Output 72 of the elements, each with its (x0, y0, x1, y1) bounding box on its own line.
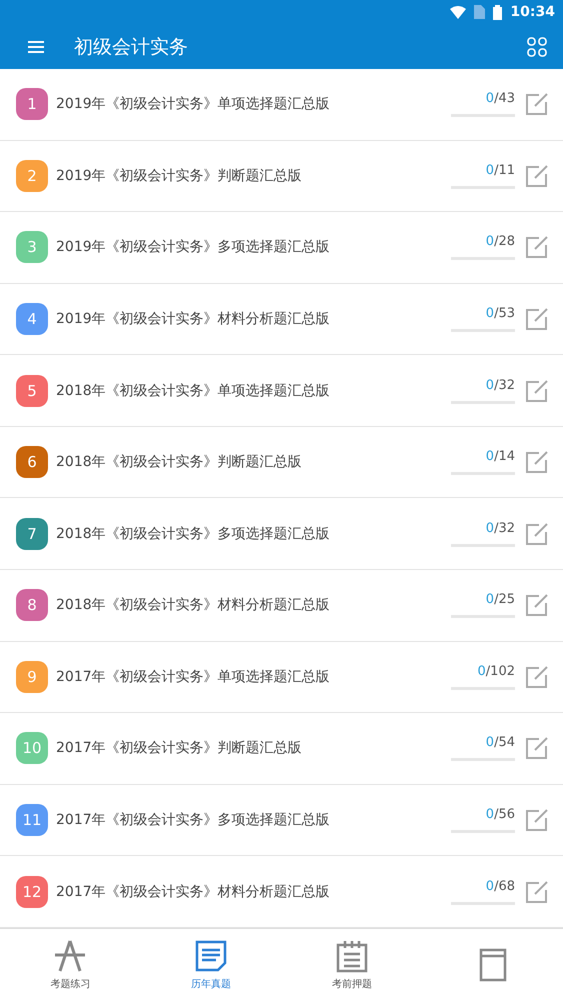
number-badge: 4 (16, 303, 48, 336)
no-sim-icon (474, 5, 486, 19)
exam-title: 2017年《初级会计实务》材料分析题汇总版 (56, 882, 331, 901)
exam-title: 2018年《初级会计实务》材料分析题汇总版 (56, 596, 331, 614)
exam-title: 2018年《初级会计实务》单项选择题汇总版 (56, 382, 331, 400)
edit-icon[interactable] (525, 92, 549, 116)
exam-title: 2018年《初级会计实务》多项选择题汇总版 (56, 524, 331, 543)
number-badge: 9 (16, 660, 48, 693)
exam-title: 2019年《初级会计实务》判断题汇总版 (56, 166, 303, 185)
edit-icon[interactable] (525, 808, 549, 832)
progress-count: 0/53 (486, 306, 515, 322)
wifi-icon (450, 6, 466, 18)
edit-icon[interactable] (525, 593, 549, 618)
number-badge: 11 (16, 804, 48, 836)
exam-title: 2017年《初级会计实务》单项选择题汇总版 (56, 668, 331, 686)
document-icon (194, 938, 228, 972)
edit-icon[interactable] (525, 522, 549, 546)
edit-icon[interactable] (525, 664, 549, 689)
status-time: 10:34 (510, 4, 555, 20)
exam-title: 2019年《初级会计实务》多项选择题汇总版 (56, 238, 331, 256)
edit-icon[interactable] (525, 378, 549, 403)
edit-icon[interactable] (525, 307, 549, 332)
number-badge: 5 (16, 374, 48, 407)
exam-list-item[interactable]: 6 2018年《初级会计实务》判断题汇总版 0/14 (0, 426, 563, 498)
calendar-list-icon (334, 938, 369, 972)
progress-count: 0/32 (486, 520, 515, 536)
exam-list-item[interactable]: 9 2017年《初级会计实务》单项选择题汇总版 0/102 (0, 642, 563, 714)
edit-icon[interactable] (525, 164, 549, 188)
exam-list-item[interactable]: 3 2019年《初级会计实务》多项选择题汇总版 0/28 (0, 212, 563, 284)
exam-title: 2017年《初级会计实务》多项选择题汇总版 (56, 811, 331, 830)
progress-count: 0/68 (486, 878, 515, 894)
edit-icon[interactable] (525, 450, 549, 474)
grid-icon[interactable] (527, 36, 547, 56)
progress-count: 0/102 (478, 664, 515, 679)
number-badge: 12 (16, 876, 48, 908)
number-badge: 7 (16, 518, 48, 550)
progress-count: 0/28 (486, 234, 515, 250)
exam-list-item[interactable]: 1 2019年《初级会计实务》单项选择题汇总版 0/43 (0, 69, 563, 141)
nav-tab[interactable]: 考前押题 (282, 929, 422, 1000)
progress-count: 0/11 (486, 162, 515, 178)
progress-count: 0/43 (486, 91, 515, 106)
progress-count: 0/54 (486, 735, 515, 750)
exam-list-item[interactable]: 12 2017年《初级会计实务》材料分析题汇总版 0/68 (0, 856, 563, 928)
number-badge: 3 (16, 231, 48, 264)
progress-count: 0/32 (486, 378, 515, 393)
number-badge: 10 (16, 732, 48, 764)
menu-icon[interactable] (28, 40, 44, 52)
number-badge: 6 (16, 446, 48, 478)
progress-count: 0/56 (486, 807, 515, 822)
exam-title: 2019年《初级会计实务》单项选择题汇总版 (56, 95, 331, 114)
exam-list-item[interactable]: 4 2019年《初级会计实务》材料分析题汇总版 0/53 (0, 284, 563, 356)
exam-list-item[interactable]: 10 2017年《初级会计实务》判断题汇总版 0/54 (0, 713, 563, 785)
exam-list-item[interactable]: 7 2018年《初级会计实务》多项选择题汇总版 0/32 (0, 498, 563, 570)
nav-tab[interactable]: 历年真题 (140, 929, 282, 1000)
edit-icon[interactable] (525, 736, 549, 760)
exam-title: 2017年《初级会计实务》判断题汇总版 (56, 739, 303, 758)
exam-list-item[interactable]: 5 2018年《初级会计实务》单项选择题汇总版 0/32 (0, 355, 563, 427)
exam-title: 2019年《初级会计实务》材料分析题汇总版 (56, 310, 331, 328)
exam-list-item[interactable]: 8 2018年《初级会计实务》材料分析题汇总版 0/25 (0, 570, 563, 642)
progress-count: 0/14 (486, 449, 515, 464)
battery-icon (493, 4, 502, 20)
progress-count: 0/25 (486, 592, 515, 608)
app-title: 初级会计实务 (74, 34, 189, 60)
edit-icon[interactable] (525, 880, 549, 904)
number-badge: 2 (16, 160, 48, 192)
number-badge: 1 (16, 88, 48, 120)
exam-list-item[interactable]: 2 2019年《初级会计实务》判断题汇总版 0/11 (0, 140, 563, 212)
number-badge: 8 (16, 589, 48, 622)
exam-title: 2018年《初级会计实务》判断题汇总版 (56, 453, 303, 472)
edit-icon[interactable] (525, 235, 549, 260)
nav-tab[interactable]: 考题练习 (0, 929, 141, 1000)
exam-list-item[interactable]: 11 2017年《初级会计实务》多项选择题汇总版 0/56 (0, 784, 563, 856)
